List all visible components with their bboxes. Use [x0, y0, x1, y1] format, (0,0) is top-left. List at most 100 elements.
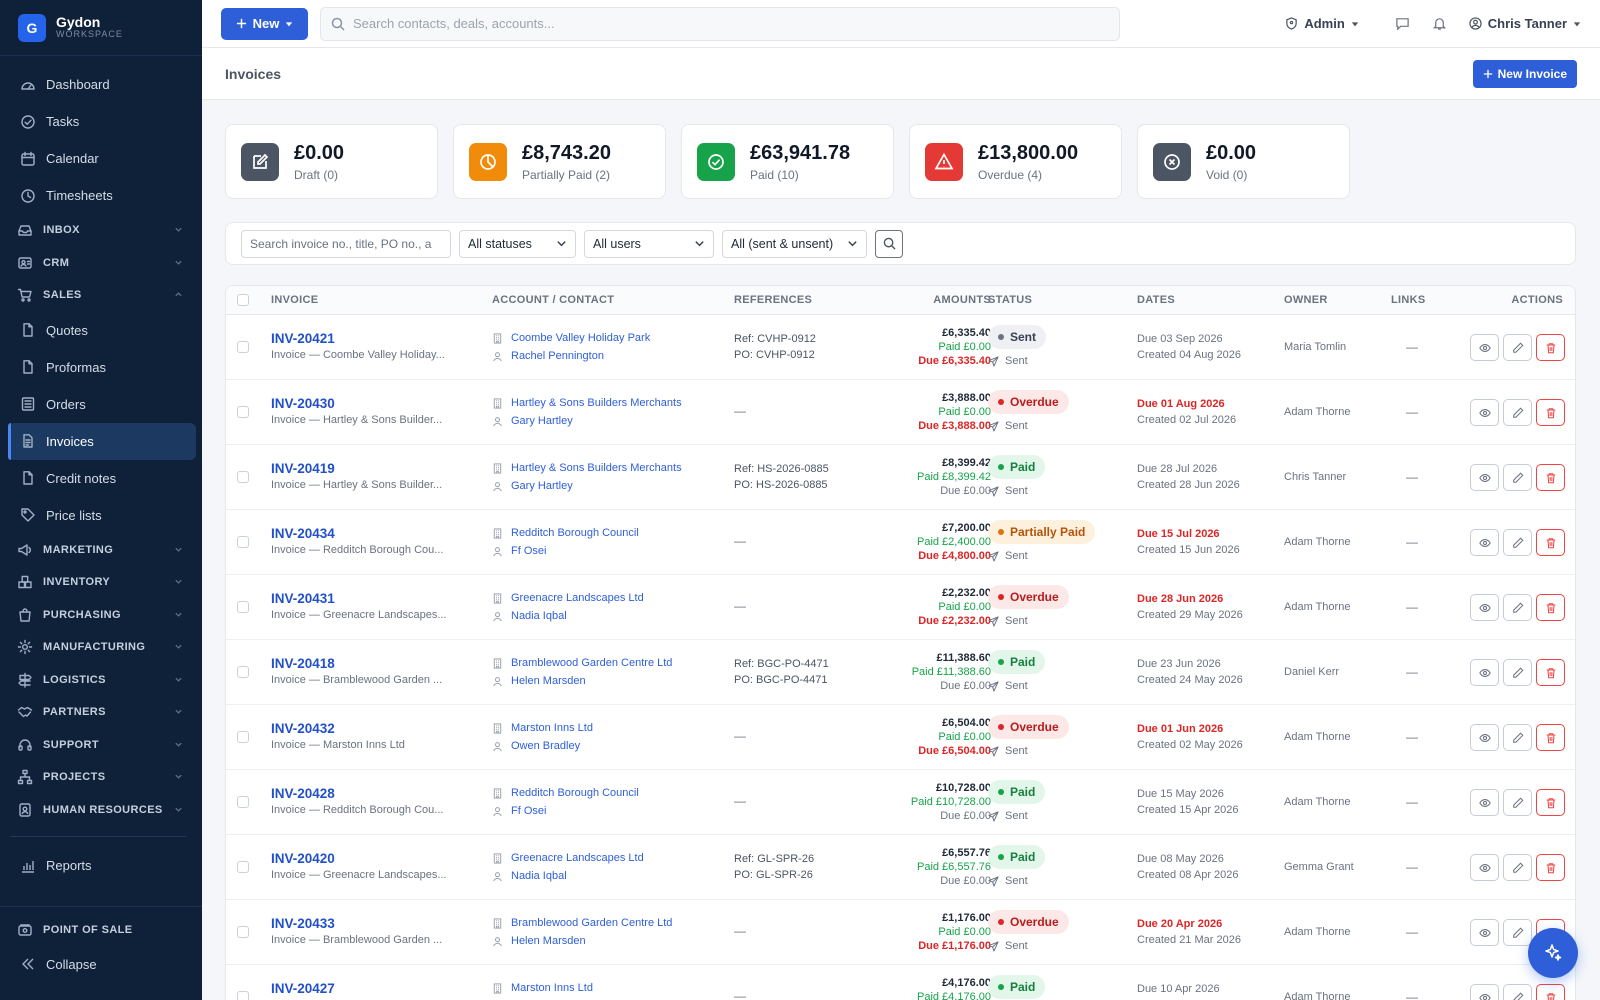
- stat-card-void[interactable]: £0.00 Void (0): [1137, 124, 1350, 199]
- view-button[interactable]: [1470, 984, 1499, 1000]
- sidebar-group-logistics[interactable]: LOGISTICS: [0, 664, 202, 697]
- contact-link[interactable]: Nadia Iqbal: [511, 870, 567, 882]
- row-checkbox[interactable]: [237, 796, 249, 808]
- table-row[interactable]: INV-20434 Invoice — Redditch Borough Cou.…: [226, 510, 1575, 575]
- row-checkbox[interactable]: [237, 926, 249, 938]
- account-link[interactable]: Bramblewood Garden Centre Ltd: [511, 917, 672, 929]
- table-row[interactable]: INV-20430 Invoice — Hartley & Sons Builde…: [226, 380, 1575, 445]
- user-filter-select[interactable]: All users: [584, 229, 714, 258]
- delete-button[interactable]: [1536, 984, 1565, 1000]
- sidebar-group-crm[interactable]: CRM: [0, 247, 202, 280]
- sent-filter-select[interactable]: All (sent & unsent): [722, 229, 867, 258]
- sidebar-group-support[interactable]: SUPPORT: [0, 729, 202, 762]
- view-button[interactable]: [1470, 529, 1499, 556]
- account-link[interactable]: Redditch Borough Council: [511, 527, 639, 539]
- invoice-number-link[interactable]: INV-20433: [271, 916, 449, 931]
- account-link[interactable]: Redditch Borough Council: [511, 787, 639, 799]
- stat-card-paid[interactable]: £63,941.78 Paid (10): [681, 124, 894, 199]
- row-checkbox[interactable]: [237, 341, 249, 353]
- sidebar-group-marketing[interactable]: MARKETING: [0, 534, 202, 567]
- view-button[interactable]: [1470, 464, 1499, 491]
- table-row[interactable]: INV-20432 Invoice — Marston Inns Ltd Marst…: [226, 705, 1575, 770]
- contact-link[interactable]: Nadia Iqbal: [511, 610, 567, 622]
- edit-button[interactable]: [1503, 919, 1532, 946]
- sidebar-group-purchasing[interactable]: PURCHASING: [0, 599, 202, 632]
- contact-link[interactable]: Gary Hartley: [511, 480, 573, 492]
- contact-link[interactable]: Ff Osei: [511, 805, 546, 817]
- delete-button[interactable]: [1536, 594, 1565, 621]
- table-row[interactable]: INV-20433 Invoice — Bramblewood Garden ..…: [226, 900, 1575, 965]
- table-row[interactable]: INV-20427Invoice — Marston Inns LtdMarst…: [226, 965, 1575, 1000]
- contact-link[interactable]: Ff Osei: [511, 545, 546, 557]
- account-link[interactable]: Marston Inns Ltd: [511, 982, 593, 994]
- row-checkbox[interactable]: [237, 666, 249, 678]
- table-row[interactable]: INV-20421 Invoice — Coombe Valley Holiday…: [226, 315, 1575, 380]
- view-button[interactable]: [1470, 659, 1499, 686]
- edit-button[interactable]: [1503, 464, 1532, 491]
- row-checkbox[interactable]: [237, 731, 249, 743]
- filter-search-button[interactable]: [875, 229, 903, 258]
- account-link[interactable]: Greenacre Landscapes Ltd: [511, 852, 644, 864]
- delete-button[interactable]: [1536, 334, 1565, 361]
- sidebar-group-partners[interactable]: PARTNERS: [0, 696, 202, 729]
- row-checkbox[interactable]: [237, 406, 249, 418]
- contact-link[interactable]: Owen Bradley: [511, 740, 580, 752]
- edit-button[interactable]: [1503, 984, 1532, 1000]
- sidebar-group-inventory[interactable]: INVENTORY: [0, 566, 202, 599]
- table-row[interactable]: INV-20418 Invoice — Bramblewood Garden ..…: [226, 640, 1575, 705]
- view-button[interactable]: [1470, 399, 1499, 426]
- row-checkbox[interactable]: [237, 536, 249, 548]
- account-link[interactable]: Hartley & Sons Builders Merchants: [511, 397, 682, 409]
- invoice-number-link[interactable]: INV-20434: [271, 526, 449, 541]
- invoice-number-link[interactable]: INV-20420: [271, 851, 449, 866]
- brand[interactable]: G Gydon WORKSPACE: [0, 0, 202, 56]
- contact-link[interactable]: Rachel Pennington: [511, 350, 604, 362]
- sidebar-item-calendar[interactable]: Calendar: [0, 140, 202, 177]
- row-checkbox[interactable]: [237, 991, 249, 1000]
- sidebar-item-quotes[interactable]: Quotes: [0, 312, 202, 349]
- sidebar-item-orders[interactable]: Orders: [0, 386, 202, 423]
- invoice-number-link[interactable]: INV-20431: [271, 591, 449, 606]
- sidebar-group-sales[interactable]: SALES: [0, 279, 202, 312]
- status-filter-select[interactable]: All statuses: [459, 229, 576, 258]
- account-link[interactable]: Greenacre Landscapes Ltd: [511, 592, 644, 604]
- header-dates[interactable]: DATES: [1137, 294, 1175, 306]
- account-link[interactable]: Hartley & Sons Builders Merchants: [511, 462, 682, 474]
- edit-button[interactable]: [1503, 789, 1532, 816]
- delete-button[interactable]: [1536, 659, 1565, 686]
- sidebar-item-price-lists[interactable]: Price lists: [0, 497, 202, 534]
- invoice-number-link[interactable]: INV-20427: [271, 981, 449, 996]
- view-button[interactable]: [1470, 789, 1499, 816]
- account-link[interactable]: Bramblewood Garden Centre Ltd: [511, 657, 672, 669]
- header-owner[interactable]: OWNER: [1284, 294, 1328, 306]
- global-search-input[interactable]: Search contacts, deals, accounts...: [320, 6, 1120, 41]
- edit-button[interactable]: [1503, 334, 1532, 361]
- sidebar-item-tasks[interactable]: Tasks: [0, 103, 202, 140]
- edit-button[interactable]: [1503, 399, 1532, 426]
- table-row[interactable]: INV-20431 Invoice — Greenacre Landscapes.…: [226, 575, 1575, 640]
- account-link[interactable]: Coombe Valley Holiday Park: [511, 332, 650, 344]
- delete-button[interactable]: [1536, 464, 1565, 491]
- row-checkbox[interactable]: [237, 861, 249, 873]
- ai-assistant-button[interactable]: [1528, 928, 1578, 978]
- header-invoice[interactable]: INVOICE: [271, 294, 318, 306]
- edit-button[interactable]: [1503, 529, 1532, 556]
- account-link[interactable]: Marston Inns Ltd: [511, 722, 593, 734]
- delete-button[interactable]: [1536, 399, 1565, 426]
- contact-link[interactable]: Helen Marsden: [511, 935, 586, 947]
- bell-icon[interactable]: [1432, 16, 1447, 31]
- view-button[interactable]: [1470, 334, 1499, 361]
- invoice-number-link[interactable]: INV-20430: [271, 396, 449, 411]
- row-checkbox[interactable]: [237, 471, 249, 483]
- table-row[interactable]: INV-20420 Invoice — Greenacre Landscapes.…: [226, 835, 1575, 900]
- table-row[interactable]: INV-20419 Invoice — Hartley & Sons Builde…: [226, 445, 1575, 510]
- edit-button[interactable]: [1503, 594, 1532, 621]
- sidebar-item-reports[interactable]: Reports: [0, 847, 202, 884]
- invoice-number-link[interactable]: INV-20419: [271, 461, 449, 476]
- stat-card-draft[interactable]: £0.00 Draft (0): [225, 124, 438, 199]
- view-button[interactable]: [1470, 594, 1499, 621]
- invoice-number-link[interactable]: INV-20418: [271, 656, 449, 671]
- sidebar-item-credit-notes[interactable]: Credit notes: [0, 460, 202, 497]
- edit-button[interactable]: [1503, 724, 1532, 751]
- delete-button[interactable]: [1536, 854, 1565, 881]
